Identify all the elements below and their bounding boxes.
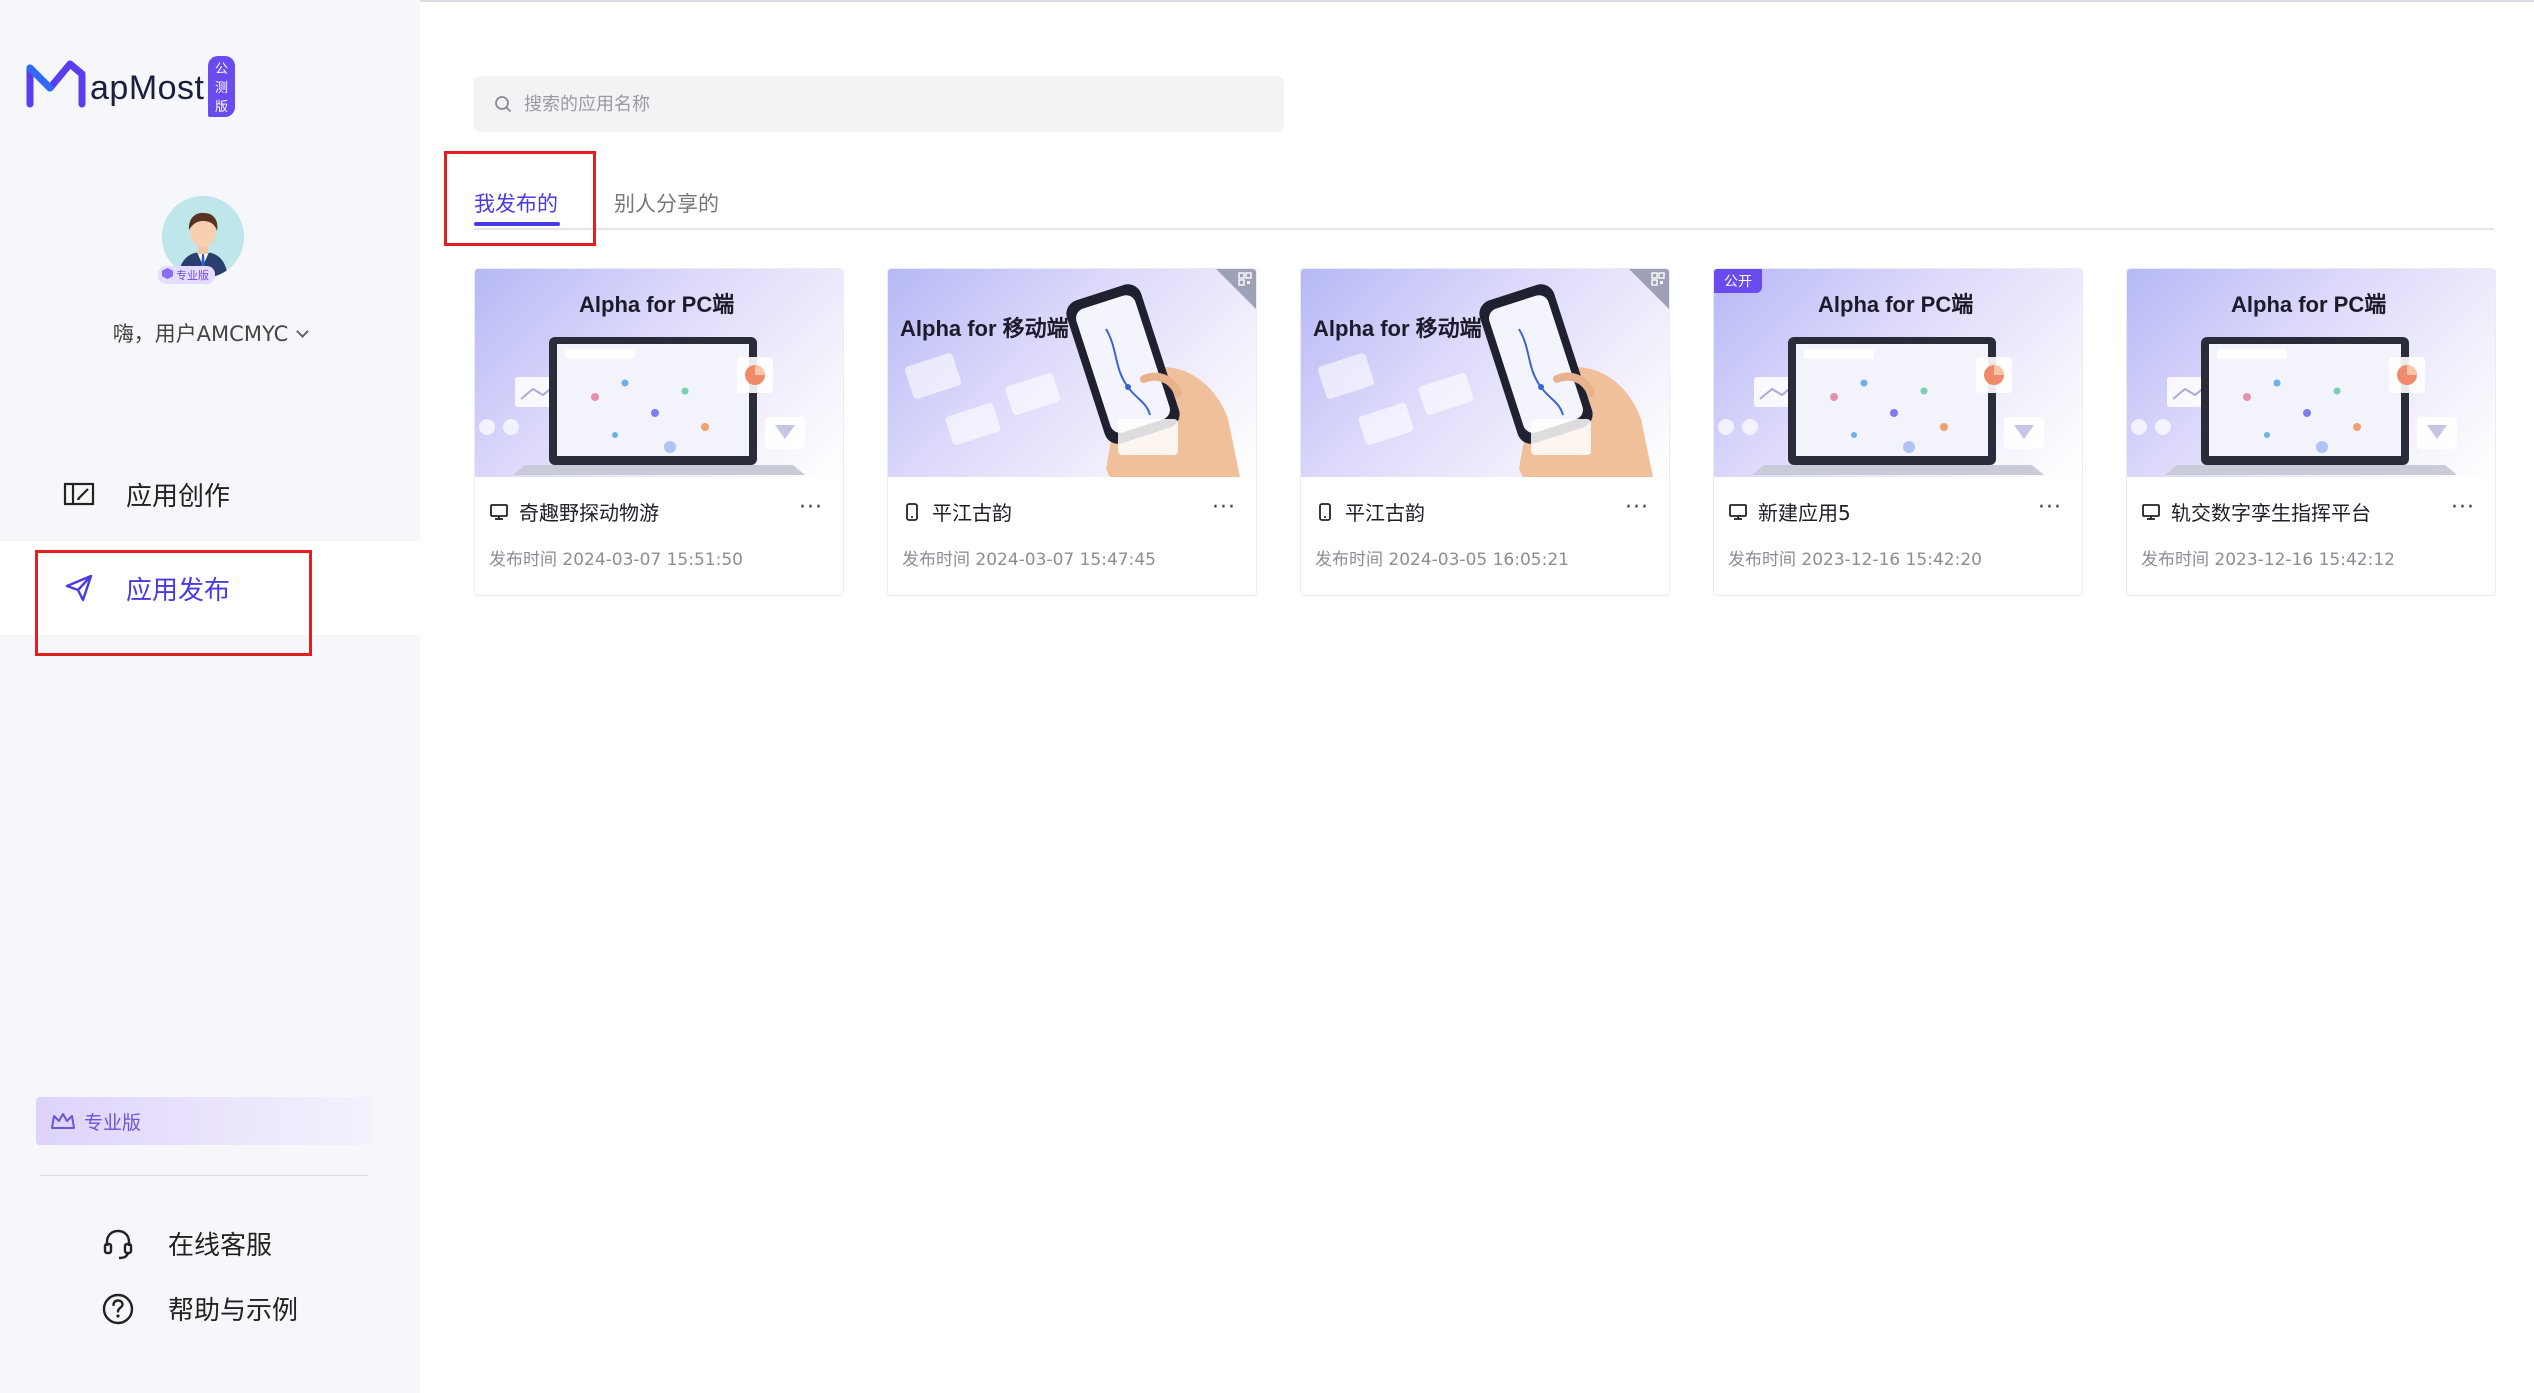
public-tag: 公开	[1714, 269, 1762, 293]
publish-time: 发布时间 2023-12-16 15:42:20	[1728, 550, 1982, 570]
search-icon	[495, 96, 511, 112]
more-options-icon[interactable]: ···	[799, 495, 823, 520]
monitor-icon	[2142, 503, 2160, 520]
qr-code-icon	[1651, 272, 1665, 286]
thumb-title: Alpha for PC端	[1818, 292, 1974, 317]
app-name-text: 平江古韵	[932, 501, 1012, 525]
app-thumbnail[interactable]: Alpha for PC端 公开	[1714, 269, 2082, 477]
nav-label: 应用创作	[126, 481, 231, 512]
app-name: 平江古韵	[902, 497, 1012, 526]
pro-edition-banner[interactable]: 专业版	[36, 1097, 372, 1145]
sidebar: apMost 公测版 专业版 嗨，用户AMCMYC 应用创作 应用发布 专业版 …	[0, 0, 420, 1393]
brand-name: apMost	[90, 69, 205, 107]
monitor-icon	[490, 503, 508, 520]
headset-icon	[103, 1229, 133, 1259]
publish-time: 发布时间 2024-03-07 15:51:50	[489, 550, 743, 570]
tab-shared-with-me[interactable]: 别人分享的	[614, 188, 719, 218]
app-name: 轨交数字孪生指挥平台	[2141, 497, 2371, 526]
app-name: 新建应用5	[1728, 497, 1851, 526]
phone-in-hand-illustration-icon	[1318, 284, 1653, 477]
laptop-illustration-icon	[2131, 337, 2457, 475]
highlight-box-nav	[35, 550, 312, 656]
publish-time: 发布时间 2023-12-16 15:42:12	[2141, 550, 2395, 570]
crown-icon	[51, 1113, 75, 1129]
more-options-icon[interactable]: ···	[1212, 495, 1236, 520]
publish-time: 发布时间 2024-03-05 16:05:21	[1315, 550, 1569, 570]
app-name-text: 奇趣野探动物游	[519, 501, 659, 525]
mobile-icon	[1319, 502, 1331, 521]
app-card[interactable]: Alpha for 移动端 平江古韵 ··· 发布时间 2024-03-07 1…	[887, 268, 1257, 596]
monitor-icon	[1729, 503, 1747, 520]
publish-tabs: 我发布的 别人分享的	[474, 182, 2494, 230]
mapmost-m-icon	[26, 60, 86, 108]
sidebar-divider	[40, 1175, 368, 1176]
beta-badge: 公测版	[208, 56, 236, 117]
app-card[interactable]: Alpha for PC端	[474, 268, 844, 596]
online-service-link[interactable]: 在线客服	[100, 1225, 272, 1262]
footer-label: 帮助与示例	[168, 1296, 299, 1326]
app-thumbnail[interactable]: Alpha for PC端	[475, 269, 843, 477]
publish-time: 发布时间 2024-03-07 15:47:45	[902, 550, 1156, 570]
search-bar[interactable]	[474, 76, 1284, 132]
footer-label: 在线客服	[168, 1231, 273, 1261]
more-options-icon[interactable]: ···	[1625, 495, 1649, 520]
greeting-text: 嗨，用户AMCMYC	[112, 322, 289, 346]
search-input[interactable]	[524, 93, 1224, 115]
help-circle-icon	[102, 1293, 134, 1324]
app-thumbnail[interactable]: Alpha for PC端	[2127, 269, 2495, 477]
user-avatar[interactable]: 专业版	[158, 196, 244, 284]
edit-panel-icon	[62, 477, 96, 511]
app-name: 奇趣野探动物游	[489, 497, 659, 526]
user-greeting-dropdown[interactable]: 嗨，用户AMCMYC	[0, 318, 420, 348]
more-options-icon[interactable]: ···	[2451, 495, 2475, 520]
app-name-text: 轨交数字孪生指挥平台	[2171, 501, 2371, 525]
app-name-text: 新建应用5	[1758, 501, 1851, 525]
thumb-title: Alpha for PC端	[2231, 292, 2387, 317]
laptop-illustration-icon	[479, 337, 805, 475]
more-options-icon[interactable]: ···	[2038, 495, 2062, 520]
pro-level-badge: 专业版	[158, 266, 215, 284]
app-card[interactable]: Alpha for PC端	[2126, 268, 2496, 596]
thumb-title: Alpha for PC端	[579, 292, 735, 317]
app-card[interactable]: Alpha for 移动端 平江古韵 ··· 发布时间 2024-03-05 1…	[1300, 268, 1670, 596]
app-root: apMost 公测版 专业版 嗨，用户AMCMYC 应用创作 应用发布 专业版 …	[0, 0, 2534, 1393]
laptop-illustration-icon	[1718, 337, 2044, 475]
app-card[interactable]: Alpha for PC端 公开 新建应用5 ··· 发布时间 2023-12-…	[1713, 268, 2083, 596]
pro-banner-label: 专业版	[84, 1111, 142, 1134]
nav-item-app-create[interactable]: 应用创作	[0, 447, 420, 541]
brand-logo[interactable]: apMost 公测版	[26, 56, 236, 117]
chevron-down-icon	[296, 325, 310, 338]
app-thumbnail[interactable]: Alpha for 移动端	[888, 269, 1256, 477]
app-name-text: 平江古韵	[1345, 501, 1425, 525]
app-thumbnail[interactable]: Alpha for 移动端	[1301, 269, 1669, 477]
qr-code-icon	[1238, 272, 1252, 286]
mobile-icon	[906, 502, 918, 521]
phone-in-hand-illustration-icon	[905, 284, 1240, 477]
help-examples-link[interactable]: 帮助与示例	[100, 1290, 298, 1327]
app-name: 平江古韵	[1315, 497, 1425, 526]
highlight-box-tab	[444, 151, 596, 246]
